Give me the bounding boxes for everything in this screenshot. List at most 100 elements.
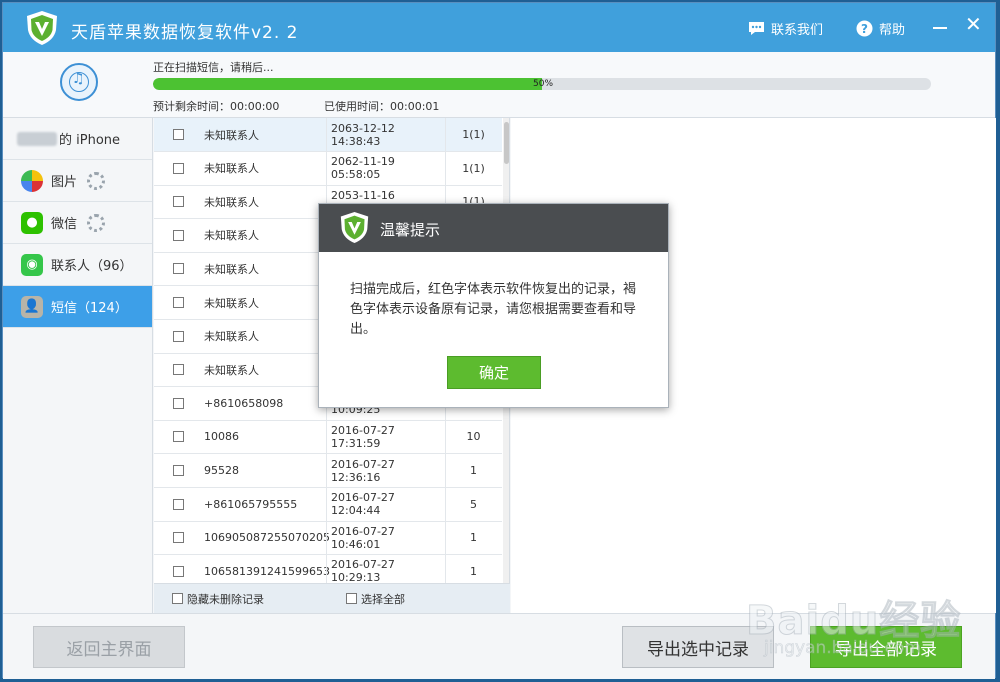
row-checkbox[interactable] xyxy=(173,397,184,409)
sidebar-item-contacts[interactable]: ◉ 联系人（96） xyxy=(3,244,152,286)
bottom-action-bar: 返回主界面 导出选中记录 导出全部记录 xyxy=(3,613,995,679)
sidebar: 的 iPhone 图片 ● 微信 ◉ 联系人（96） 👤 短信（124） xyxy=(3,118,153,613)
sidebar-item-wechat[interactable]: ● 微信 xyxy=(3,202,152,244)
title-bar: 天盾苹果数据恢复软件v2. 2 联系我们 ? 帮助 ✕ xyxy=(3,3,995,52)
scan-progress-area: ♫ 正在扫描短信，请稍后... 50% 预计剩余时间：00:00:00 已使用时… xyxy=(3,52,995,118)
message-date: 2016-07-27 12:36:16 xyxy=(326,454,445,487)
contact-name: 未知联系人 xyxy=(204,195,259,209)
row-checkbox[interactable] xyxy=(173,229,184,241)
message-count: 1 xyxy=(445,554,501,583)
message-count: 10 xyxy=(445,420,501,454)
sidebar-item-label: 短信（124） xyxy=(51,301,128,316)
scrollbar-thumb[interactable] xyxy=(504,122,509,164)
contact-name: +8610658098 xyxy=(204,396,284,410)
photos-icon xyxy=(21,169,43,192)
row-checkbox[interactable] xyxy=(173,196,184,208)
message-count: 1(1) xyxy=(445,151,501,185)
table-row[interactable]: 95528 2016-07-27 12:36:16 1 xyxy=(154,454,502,488)
message-date: 2016-07-27 10:46:01 xyxy=(326,521,445,555)
back-home-button[interactable]: 返回主界面 xyxy=(33,626,185,668)
row-checkbox[interactable] xyxy=(173,498,184,510)
table-row[interactable]: 未知联系人 2063-12-12 14:38:43 1(1) xyxy=(154,118,502,152)
row-checkbox[interactable] xyxy=(173,364,184,376)
device-name-label: 的 iPhone xyxy=(59,133,121,148)
chat-icon xyxy=(749,22,764,35)
select-all-checkbox[interactable]: 选择全部 xyxy=(346,591,405,607)
table-row[interactable]: 未知联系人 2062-11-19 05:58:05 1(1) xyxy=(154,151,502,186)
sidebar-item-label: 联系人（96） xyxy=(51,259,133,274)
checkbox-box[interactable] xyxy=(346,593,357,604)
row-checkbox[interactable] xyxy=(173,565,184,577)
wechat-icon: ● xyxy=(21,211,43,234)
row-checkbox[interactable] xyxy=(173,129,184,140)
time-remaining: 预计剩余时间：00:00:00 xyxy=(153,100,280,113)
row-checkbox[interactable] xyxy=(173,532,184,544)
device-item[interactable]: 的 iPhone xyxy=(3,118,152,160)
blurred-device-name xyxy=(17,131,57,146)
help-icon: ? xyxy=(856,20,873,37)
contact-name: 106905087255070205 xyxy=(204,531,330,545)
time-used: 已使用时间：00:00:01 xyxy=(324,100,440,113)
tip-dialog: 温馨提示 扫描完成后，红色字体表示软件恢复出的记录，褐色字体表示设备原有记录，请… xyxy=(318,203,669,408)
hide-undeleted-label: 隐藏未删除记录 xyxy=(187,592,264,606)
row-checkbox[interactable] xyxy=(173,330,184,342)
message-date: 2016-07-27 10:29:13 xyxy=(326,554,445,583)
loading-spinner-icon xyxy=(87,171,106,190)
message-date: 2063-12-12 14:38:43 xyxy=(326,118,445,151)
list-footer: 隐藏未删除记录 选择全部 xyxy=(154,583,510,613)
message-date: 2016-07-27 17:31:59 xyxy=(326,420,445,454)
row-checkbox[interactable] xyxy=(173,162,184,174)
sidebar-item-label: 图片 xyxy=(51,175,78,190)
contact-name: 未知联系人 xyxy=(204,229,259,243)
row-checkbox[interactable] xyxy=(173,465,184,476)
export-all-button[interactable]: 导出全部记录 xyxy=(810,626,962,668)
export-selected-button[interactable]: 导出选中记录 xyxy=(622,626,774,668)
contact-name: 未知联系人 xyxy=(204,262,259,276)
row-checkbox[interactable] xyxy=(173,431,184,443)
svg-text:?: ? xyxy=(861,22,868,36)
dialog-title: 温馨提示 xyxy=(380,221,441,239)
sidebar-item-photos[interactable]: 图片 xyxy=(3,160,152,202)
table-row[interactable]: 10086 2016-07-27 17:31:59 10 xyxy=(154,420,502,455)
app-window: 天盾苹果数据恢复软件v2. 2 联系我们 ? 帮助 ✕ ♫ 正在扫描短信，请稍后… xyxy=(2,2,996,679)
contact-name: 未知联系人 xyxy=(204,363,259,377)
message-date: 2016-07-27 12:04:44 xyxy=(326,487,445,521)
table-row[interactable]: +861065795555 2016-07-27 12:04:44 5 xyxy=(154,487,502,522)
message-count: 5 xyxy=(445,487,501,521)
dialog-header: 温馨提示 xyxy=(319,204,668,252)
table-row[interactable]: 106581391241599653 2016-07-27 10:29:13 1 xyxy=(154,554,502,583)
checkbox-box[interactable] xyxy=(172,593,183,604)
row-checkbox[interactable] xyxy=(173,297,184,308)
itunes-music-icon: ♫ xyxy=(60,63,98,101)
progress-bar-fill xyxy=(153,78,542,90)
contact-name: 106581391241599653 xyxy=(204,564,330,578)
sidebar-item-label: 微信 xyxy=(51,217,78,232)
minimize-button[interactable] xyxy=(933,27,947,29)
contact-us-label: 联系我们 xyxy=(771,23,824,38)
message-count: 1 xyxy=(445,454,501,487)
contact-us-button[interactable]: 联系我们 xyxy=(748,19,823,38)
progress-percent: 50% xyxy=(533,79,554,89)
contact-name: 未知联系人 xyxy=(204,162,259,176)
shield-logo-icon xyxy=(340,212,369,243)
contacts-book-icon: 👤 xyxy=(21,295,43,318)
message-count: 1(1) xyxy=(445,118,501,151)
contact-name: +861065795555 xyxy=(204,497,298,511)
contact-name: 95528 xyxy=(204,464,239,477)
shield-logo-icon xyxy=(27,11,57,45)
contact-name: 未知联系人 xyxy=(204,296,259,310)
help-label: 帮助 xyxy=(879,23,906,38)
hide-undeleted-checkbox[interactable]: 隐藏未删除记录 xyxy=(172,591,264,607)
contact-name: 未知联系人 xyxy=(204,330,259,344)
close-button[interactable]: ✕ xyxy=(965,14,982,34)
loading-spinner-icon xyxy=(87,213,106,232)
sidebar-item-sms[interactable]: 👤 短信（124） xyxy=(3,286,152,328)
dialog-message: 扫描完成后，红色字体表示软件恢复出的记录，褐色字体表示设备原有记录，请您根据需要… xyxy=(350,282,637,337)
contact-name: 10086 xyxy=(204,430,239,444)
app-title: 天盾苹果数据恢复软件v2. 2 xyxy=(71,23,299,43)
help-button[interactable]: ? 帮助 xyxy=(856,19,905,38)
message-date: 2062-11-19 05:58:05 xyxy=(326,151,445,185)
row-checkbox[interactable] xyxy=(173,263,184,275)
dialog-ok-button[interactable]: 确定 xyxy=(447,356,541,389)
table-row[interactable]: 106905087255070205 2016-07-27 10:46:01 1 xyxy=(154,521,502,556)
